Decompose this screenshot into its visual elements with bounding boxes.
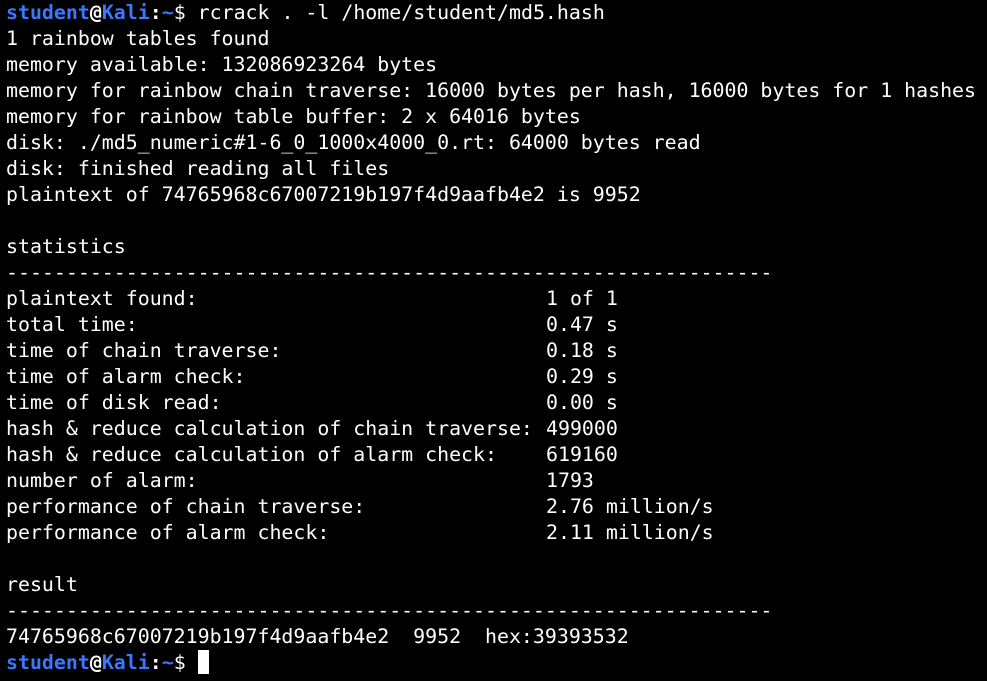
statistics-value: 0.00 s: [546, 391, 618, 414]
output-line: memory available: 132086923264 bytes: [6, 53, 438, 76]
result-line: 74765968c67007219b197f4d9aafb4e2 9952 he…: [6, 625, 629, 648]
statistics-row: performance of alarm check: 2.11 million/…: [6, 520, 987, 546]
output-line: plaintext of 74765968c67007219b197f4d9aa…: [6, 183, 641, 206]
command-text: rcrack . -l /home/student/md5.hash: [185, 1, 605, 24]
statistics-row: performance of chain traverse: 2.76 milli…: [6, 494, 987, 520]
statistics-label: total time:: [6, 313, 138, 336]
statistics-value: 2.11 million/s: [546, 521, 714, 544]
statistics-value: 619160: [546, 443, 618, 466]
prompt-symbol: $: [173, 651, 186, 674]
statistics-separator: ----------------------------------------…: [6, 261, 773, 284]
prompt-user: student: [6, 651, 90, 674]
statistics-heading: statistics: [6, 235, 126, 258]
statistics-label: performance of alarm check:: [6, 521, 330, 544]
terminal-window[interactable]: student@Kali:~$ rcrack . -l /home/studen…: [6, 0, 987, 681]
text-cursor[interactable]: [197, 650, 209, 674]
prompt-colon: :: [149, 1, 162, 24]
output-line: memory for rainbow table buffer: 2 x 640…: [6, 105, 581, 128]
statistics-value: 1 of 1: [546, 287, 618, 310]
statistics-value: 0.29 s: [546, 365, 618, 388]
output-line: disk: finished reading all files: [6, 157, 390, 180]
result-separator: ----------------------------------------…: [6, 599, 773, 622]
output-line: disk: ./md5_numeric#1-6_0_1000x4000_0.rt…: [6, 131, 701, 154]
prompt-line[interactable]: student@Kali:~$: [6, 650, 987, 676]
prompt-path: ~: [161, 651, 174, 674]
prompt-host: Kali: [101, 1, 150, 24]
statistics-value: 1793: [546, 469, 594, 492]
statistics-value: 2.76 million/s: [546, 495, 714, 518]
statistics-row: total time: 0.47 s: [6, 312, 987, 338]
prompt-path: ~: [161, 1, 174, 24]
statistics-label: number of alarm:: [6, 469, 198, 492]
prompt-at: @: [89, 651, 102, 674]
prompt-at: @: [89, 1, 102, 24]
statistics-label: time of disk read:: [6, 391, 222, 414]
output-line: memory for rainbow chain traverse: 16000…: [6, 79, 976, 102]
statistics-label: hash & reduce calculation of chain trave…: [6, 417, 533, 440]
statistics-value: 0.47 s: [546, 313, 618, 336]
prompt-host: Kali: [101, 651, 150, 674]
statistics-row: hash & reduce calculation of chain trave…: [6, 416, 987, 442]
statistics-row: time of alarm check: 0.29 s: [6, 364, 987, 390]
statistics-row: time of chain traverse: 0.18 s: [6, 338, 987, 364]
statistics-label: hash & reduce calculation of alarm check…: [6, 443, 497, 466]
statistics-label: performance of chain traverse:: [6, 495, 366, 518]
statistics-label: time of chain traverse:: [6, 339, 282, 362]
statistics-value: 0.18 s: [546, 339, 618, 362]
statistics-row: number of alarm: 1793: [6, 468, 987, 494]
output-line: 1 rainbow tables found: [6, 27, 270, 50]
statistics-row: hash & reduce calculation of alarm check…: [6, 442, 987, 468]
statistics-row: time of disk read: 0.00 s: [6, 390, 987, 416]
statistics-label: time of alarm check:: [6, 365, 246, 388]
statistics-row: plaintext found: 1 of 1: [6, 286, 987, 312]
prompt-symbol: $: [173, 1, 186, 24]
statistics-label: plaintext found:: [6, 287, 198, 310]
statistics-value: 499000: [546, 417, 618, 440]
prompt-colon: :: [149, 651, 162, 674]
result-heading: result: [6, 573, 78, 596]
command-line: student@Kali:~$ rcrack . -l /home/studen…: [6, 0, 987, 26]
prompt-user: student: [6, 1, 90, 24]
